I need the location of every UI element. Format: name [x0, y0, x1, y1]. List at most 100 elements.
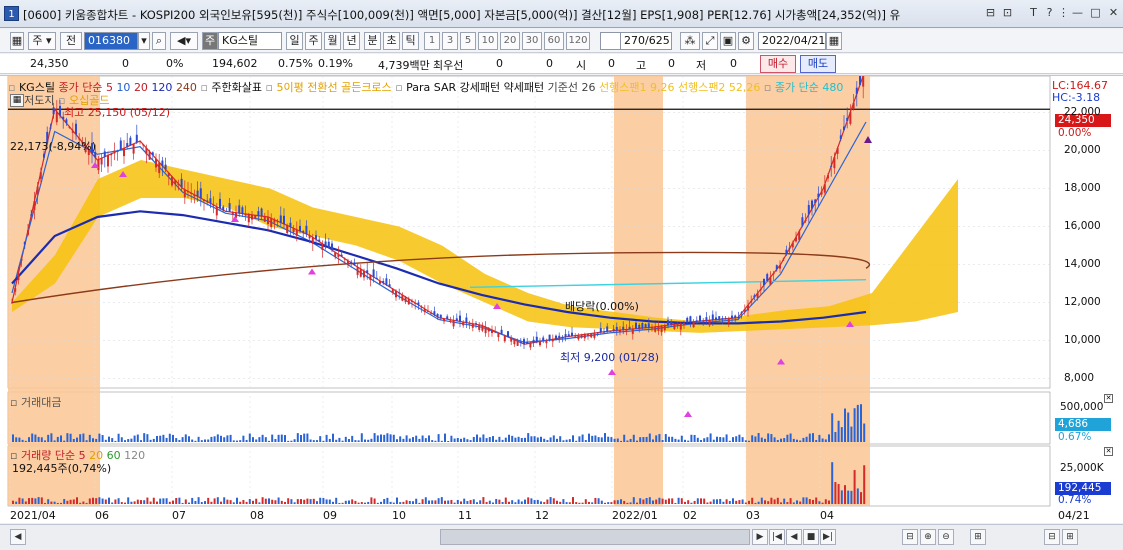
volume-bar	[232, 502, 235, 504]
layout-expand-icon[interactable]: ⊞	[970, 529, 986, 545]
volume-bar	[178, 497, 181, 504]
speaker-icon[interactable]: ◀▾	[170, 32, 198, 50]
candle-body	[241, 207, 244, 214]
period-week[interactable]: 주	[305, 32, 322, 50]
volume-bar	[757, 501, 760, 504]
text-icon[interactable]: T	[1026, 5, 1041, 21]
amount-bar	[693, 434, 696, 442]
chart-area[interactable]: ▫ KG스틸 종가 단순 5 10 20 120 240 ▫ 주한화살표 ▫ 5…	[0, 75, 1123, 523]
amount-bar	[98, 433, 101, 442]
amount-bar	[72, 438, 75, 442]
code-dropdown-icon[interactable]: ▾	[138, 32, 150, 50]
zoom-in-icon[interactable]: ⊕	[920, 529, 936, 545]
help-icon[interactable]: ?	[1042, 5, 1057, 21]
interval-30[interactable]: 30	[522, 32, 542, 50]
candle-body	[737, 317, 740, 319]
panel-add-icon[interactable]: ⊞	[1062, 529, 1078, 545]
close-button[interactable]: ✕	[1106, 5, 1121, 21]
calendar-icon[interactable]: ▦	[826, 32, 842, 50]
period-day[interactable]: 일	[286, 32, 303, 50]
settings-icon[interactable]: ⚙	[738, 32, 754, 50]
interval-120[interactable]: 120	[566, 32, 590, 50]
period-week-label: 주	[308, 34, 319, 47]
amount-bar	[664, 434, 667, 442]
volume-close-icon[interactable]: ✕	[1104, 447, 1113, 456]
zoom-out-icon[interactable]: ⊖	[938, 529, 954, 545]
search-icon[interactable]: ⌕	[152, 32, 166, 50]
count-field[interactable]: 270/625	[620, 32, 672, 50]
period-minute[interactable]: 분	[364, 32, 381, 50]
amount-bar	[447, 440, 450, 442]
more-icon[interactable]: ⋮	[1056, 5, 1071, 21]
candle-body	[526, 341, 529, 344]
minimize-button[interactable]: —	[1070, 5, 1085, 21]
scroll-first-icon[interactable]: |◀	[769, 529, 785, 545]
amount-bar	[476, 434, 478, 442]
interval-20[interactable]: 20	[500, 32, 520, 50]
amount-bar	[808, 433, 811, 442]
maximize-button[interactable]: □	[1088, 5, 1103, 21]
interval-60[interactable]: 60	[544, 32, 564, 50]
volume-bar	[53, 501, 56, 504]
period-tick[interactable]: 틱	[402, 32, 419, 50]
date-field[interactable]: 2022/04/21	[758, 32, 826, 50]
amount-bar	[463, 437, 466, 442]
candle-body	[257, 211, 260, 216]
candle-body	[174, 180, 177, 185]
amount-bar	[840, 427, 843, 442]
chart-grid-icon[interactable]: ▦	[10, 94, 24, 107]
scroll-prev-icon[interactable]: ◀	[786, 529, 802, 545]
window-layout-icon[interactable]: ⊡	[1000, 5, 1015, 21]
panel-split-icon[interactable]: ⊟	[1044, 529, 1060, 545]
candle-body	[535, 336, 538, 343]
scroll-thumb[interactable]	[440, 529, 750, 545]
amount-bar	[197, 436, 200, 442]
scroll-stop-icon[interactable]: ■	[803, 529, 819, 545]
open-label: 시	[576, 59, 587, 72]
volume-bar	[341, 502, 344, 504]
trade-amount: 4,739백만	[378, 59, 430, 72]
scroll-left-icon[interactable]: ◀	[10, 529, 26, 545]
tool-compare-icon[interactable]: ⁂	[680, 32, 700, 50]
period-year[interactable]: 년	[343, 32, 360, 50]
amount-bar	[168, 433, 171, 442]
grid-icon[interactable]: ▦	[10, 32, 24, 50]
interval-10[interactable]: 10	[478, 32, 498, 50]
amount-bar	[309, 439, 312, 442]
candle-body	[727, 318, 730, 324]
app-icon[interactable]: 1	[4, 6, 19, 21]
candle-body	[308, 235, 311, 239]
interval-1[interactable]: 1	[424, 32, 440, 50]
amount-bar	[223, 437, 226, 442]
amount-bar	[383, 434, 386, 442]
stock-code-input[interactable]: 016380	[84, 32, 138, 50]
amount-bar	[498, 436, 501, 442]
period-tick-label: 틱	[405, 34, 416, 47]
zoom-reset-icon[interactable]: ⊟	[902, 529, 918, 545]
candle-body	[71, 130, 74, 133]
volume-bar	[629, 502, 632, 504]
restore-layout-icon[interactable]: ⊟	[983, 5, 998, 21]
volume-bar	[456, 499, 459, 504]
period-second[interactable]: 초	[383, 32, 400, 50]
scroll-right-icon[interactable]: ▶	[752, 529, 768, 545]
horizontal-scrollbar[interactable]: ◀ ▶ |◀ ◀ ■ ▶| ⊟ ⊕ ⊖ ⊞ ⊟ ⊞	[0, 524, 1123, 550]
candle-body	[622, 326, 625, 330]
market-select[interactable]: 주 ▾	[28, 32, 56, 50]
amount-bar	[479, 437, 482, 442]
market2-select[interactable]: 전	[60, 32, 82, 50]
save-icon[interactable]: ▣	[720, 32, 736, 50]
period-month[interactable]: 월	[324, 32, 341, 50]
buy-button[interactable]: 매수	[760, 55, 796, 73]
amount-close-icon[interactable]: ✕	[1104, 394, 1113, 403]
scroll-last-icon[interactable]: ▶|	[820, 529, 836, 545]
candle-body	[359, 268, 362, 277]
candle-body	[452, 320, 455, 327]
amount-bar	[172, 434, 174, 442]
tool-arrow-icon[interactable]: ⤢	[702, 32, 718, 50]
interval-5[interactable]: 5	[460, 32, 476, 50]
interval-3[interactable]: 3	[442, 32, 458, 50]
price-chart[interactable]	[0, 76, 1123, 524]
stock-name-field[interactable]: KG스틸	[218, 32, 282, 50]
sell-button[interactable]: 매도	[800, 55, 836, 73]
